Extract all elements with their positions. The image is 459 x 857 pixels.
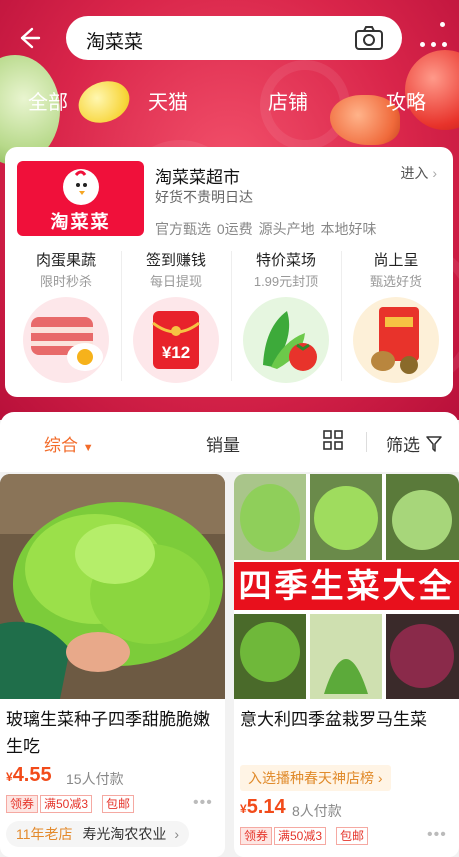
top-bar: 淘菜菜 — [0, 14, 459, 62]
filter-icon — [425, 436, 442, 452]
chevron-right-icon: › — [174, 826, 179, 842]
chevron-right-icon: › — [377, 770, 383, 786]
chicken-mascot-icon — [63, 169, 99, 205]
sort-default-label: 综合 — [44, 436, 78, 455]
filter-button[interactable]: 筛选 — [386, 431, 443, 456]
coupon-badge[interactable]: 领券 — [6, 795, 39, 813]
vegetable-icon — [243, 297, 329, 383]
back-arrow-icon — [20, 27, 41, 49]
red-envelope-icon: ¥12 — [133, 297, 219, 383]
sort-sales[interactable]: 销量 — [206, 431, 240, 456]
category-subtitle: 限时秒杀 — [39, 274, 92, 289]
ranking-badge[interactable]: 入选播种春天神店榜 › — [240, 765, 391, 791]
store-logo[interactable]: 淘菜菜 — [17, 161, 144, 236]
lettuce-varieties-image[interactable]: 四季生菜大全 — [234, 474, 459, 699]
more-dots-icon — [420, 42, 425, 47]
more-menu-button[interactable] — [416, 20, 452, 56]
product-title[interactable]: 玻璃生菜种子四季甜脆脆嫩生吃 — [6, 706, 220, 760]
more-options-icon[interactable]: ••• — [193, 794, 213, 812]
back-button[interactable] — [14, 24, 42, 52]
lettuce-product-image[interactable] — [0, 474, 225, 699]
search-input[interactable]: 淘菜菜 — [66, 16, 402, 60]
ranking-label: 入选播种春天神店榜 — [248, 770, 374, 786]
currency-symbol: ¥ — [240, 802, 247, 816]
search-query: 淘菜菜 — [86, 32, 144, 53]
shop-name: 寿光淘农农业 — [82, 826, 167, 842]
category-title: 肉蛋果蔬 — [35, 252, 96, 269]
free-shipping-badge: 包邮 — [336, 827, 369, 845]
tab-all[interactable]: 全部 — [28, 86, 68, 115]
shop-age-badge: 11年老店 — [16, 826, 73, 842]
discount-badge: 满50减3 — [274, 827, 327, 845]
search-tabs: 全部 天猫 店铺 攻略 — [0, 82, 459, 122]
layout-toggle-button[interactable] — [322, 429, 344, 456]
product-card[interactable]: 玻璃生菜种子四季甜脆脆嫩生吃 ¥4.55 15人付款 领券 满50减3 包邮 •… — [0, 474, 225, 857]
category-subtitle: 甄选好货 — [369, 274, 422, 289]
tab-shops[interactable]: 店铺 — [268, 86, 308, 115]
product-card[interactable]: 四季生菜大全 意大利四季盆栽罗马生菜 入选播种春天神店榜 › ¥5.14 8人付… — [234, 474, 459, 857]
store-tags: 官方甄选 0运费 源头产地 本地好味 — [155, 221, 377, 237]
rice-bag-icon — [353, 297, 439, 383]
category-subtitle: 每日提现 — [149, 274, 202, 289]
category-meat-eggs[interactable]: 肉蛋果蔬 限时秒杀 — [11, 249, 121, 389]
envelope-amount: ¥12 — [161, 343, 191, 362]
tab-tmall[interactable]: 天猫 — [148, 86, 188, 115]
free-shipping-badge: 包邮 — [102, 795, 135, 813]
grid-view-icon — [323, 430, 343, 450]
paid-count: 8人付款 — [292, 803, 342, 819]
enter-store-link[interactable]: 进入 › — [400, 163, 437, 183]
caret-down-icon: ▼ — [82, 442, 94, 454]
discount-badge: 满50减3 — [40, 795, 93, 813]
camera-icon[interactable] — [354, 25, 384, 51]
paid-count: 15人付款 — [66, 771, 124, 787]
meat-egg-icon — [23, 297, 109, 383]
category-sign-in[interactable]: 签到赚钱 每日提现 ¥12 — [121, 249, 231, 389]
category-subtitle: 1.99元封顶 — [253, 274, 319, 289]
chevron-right-icon: › — [432, 165, 437, 181]
product-price: ¥4.55 — [6, 764, 52, 787]
sort-bar: 综合 ▼ 销量 筛选 — [0, 412, 459, 472]
product-title[interactable]: 意大利四季盆栽罗马生菜 — [240, 706, 454, 733]
more-options-icon[interactable]: ••• — [427, 826, 447, 844]
category-title: 特价菜场 — [255, 252, 316, 269]
product-price: ¥5.14 — [240, 796, 286, 819]
store-title[interactable]: 淘菜菜超市 — [155, 163, 240, 188]
coupon-badge[interactable]: 领券 — [240, 827, 273, 845]
sort-default[interactable]: 综合 ▼ — [44, 431, 94, 456]
filter-label: 筛选 — [386, 436, 420, 455]
category-bargain-market[interactable]: 特价菜场 1.99元封顶 — [231, 249, 341, 389]
category-title: 尚上呈 — [373, 252, 419, 269]
shop-link[interactable]: 11年老店 寿光淘农农业 › — [6, 821, 189, 847]
product-banner-text: 四季生菜大全 — [238, 567, 455, 604]
category-premium[interactable]: 尚上呈 甄选好货 — [341, 249, 451, 389]
enter-label: 进入 — [400, 165, 429, 181]
currency-symbol: ¥ — [6, 770, 13, 784]
price-value: 5.14 — [246, 796, 286, 818]
store-subtitle: 好货不贵明日达 — [155, 189, 253, 205]
price-value: 4.55 — [12, 764, 52, 786]
store-card[interactable]: 淘菜菜 淘菜菜超市 好货不贵明日达 官方甄选 0运费 源头产地 本地好味 进入 … — [5, 147, 453, 397]
store-logo-text: 淘菜菜 — [50, 212, 111, 232]
category-title: 签到赚钱 — [145, 252, 206, 269]
tab-guides[interactable]: 攻略 — [386, 86, 426, 115]
